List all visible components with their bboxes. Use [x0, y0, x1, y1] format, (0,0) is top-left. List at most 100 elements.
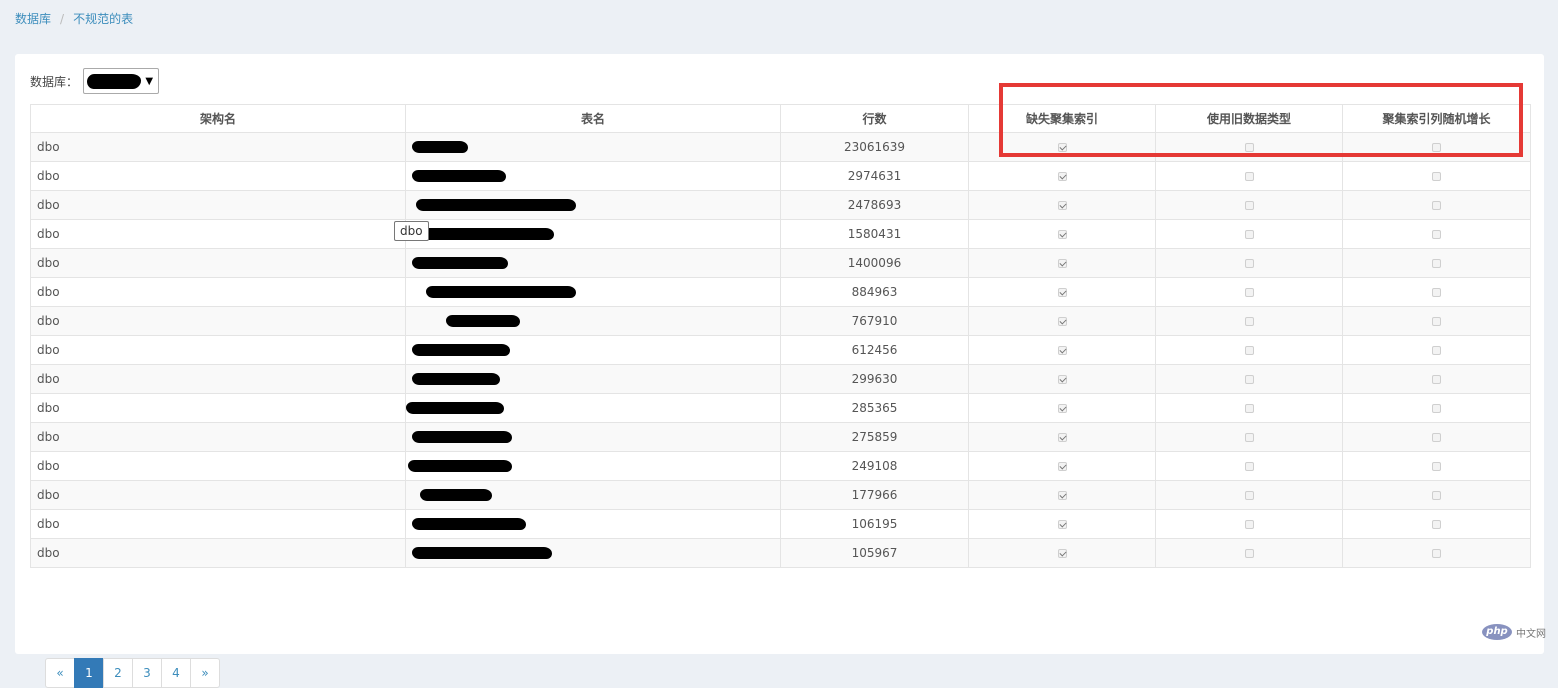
missing-clustered-index-checkbox[interactable] [1057, 375, 1067, 384]
cell-old-data-types [1155, 306, 1343, 336]
cell-table-name[interactable] [405, 306, 781, 336]
missing-clustered-index-checkbox[interactable] [1057, 201, 1067, 210]
cell-table-name[interactable] [405, 219, 781, 249]
old-data-types-checkbox[interactable] [1244, 201, 1254, 210]
old-data-types-checkbox[interactable] [1244, 520, 1254, 529]
cell-schema: dbo [30, 219, 406, 249]
redacted-table-name [416, 199, 576, 211]
random-clustered-growth-checkbox[interactable] [1432, 230, 1441, 239]
cell-schema: dbo [30, 509, 406, 539]
old-data-types-checkbox[interactable] [1244, 143, 1254, 152]
table-row: dbo 2478693 [30, 190, 1531, 220]
content-card: 数据库： ▼ 架构名 表名 行数 缺失聚集索引 使用旧数据类型 聚集索引列随机增… [15, 54, 1544, 688]
random-clustered-growth-checkbox[interactable] [1432, 317, 1441, 326]
old-data-types-checkbox[interactable] [1244, 491, 1254, 500]
missing-clustered-index-checkbox[interactable] [1057, 404, 1067, 413]
old-data-types-checkbox[interactable] [1244, 317, 1254, 326]
column-header-schema[interactable]: 架构名 [30, 104, 406, 133]
random-clustered-growth-checkbox[interactable] [1432, 288, 1441, 297]
table-header-row: 架构名 表名 行数 缺失聚集索引 使用旧数据类型 聚集索引列随机增长 [30, 104, 1531, 133]
redacted-table-name [412, 518, 526, 530]
cell-table-name[interactable] [405, 422, 781, 452]
missing-clustered-index-checkbox[interactable] [1057, 317, 1067, 326]
cell-table-name[interactable] [405, 480, 781, 510]
pagination-page-1[interactable]: 1 [74, 658, 104, 688]
database-filter: 数据库： ▼ [30, 68, 160, 94]
pagination-page-4[interactable]: 4 [161, 658, 191, 688]
table-body: dbo 23061639 dbo 2974631 dbo 2478693 dbo 158043… [30, 132, 1531, 568]
cell-table-name[interactable] [405, 364, 781, 394]
column-header-old-data-types[interactable]: 使用旧数据类型 [1155, 104, 1343, 133]
old-data-types-checkbox[interactable] [1244, 462, 1254, 471]
cell-table-name[interactable] [405, 509, 781, 539]
cell-schema: dbo [30, 364, 406, 394]
breadcrumb-root-link[interactable]: 数据库 [15, 10, 51, 27]
old-data-types-checkbox[interactable] [1244, 375, 1254, 384]
cell-schema: dbo [30, 161, 406, 191]
random-clustered-growth-checkbox[interactable] [1432, 491, 1441, 500]
cell-random-clustered-growth [1342, 422, 1531, 452]
cell-table-name[interactable] [405, 277, 781, 307]
cell-old-data-types [1155, 190, 1343, 220]
old-data-types-checkbox[interactable] [1244, 346, 1254, 355]
pagination-page-2[interactable]: 2 [103, 658, 133, 688]
cell-schema: dbo [30, 451, 406, 481]
cell-table-name[interactable] [405, 393, 781, 423]
old-data-types-checkbox[interactable] [1244, 433, 1254, 442]
random-clustered-growth-checkbox[interactable] [1432, 346, 1441, 355]
missing-clustered-index-checkbox[interactable] [1057, 346, 1067, 355]
database-select[interactable]: ▼ [83, 68, 160, 94]
old-data-types-checkbox[interactable] [1244, 259, 1254, 268]
random-clustered-growth-checkbox[interactable] [1432, 172, 1441, 181]
cell-missing-clustered-index [968, 248, 1156, 278]
random-clustered-growth-checkbox[interactable] [1432, 201, 1441, 210]
missing-clustered-index-checkbox[interactable] [1057, 172, 1067, 181]
cell-schema: dbo [30, 248, 406, 278]
missing-clustered-index-checkbox[interactable] [1057, 520, 1067, 529]
pagination-prev[interactable]: « [45, 658, 75, 688]
old-data-types-checkbox[interactable] [1244, 404, 1254, 413]
old-data-types-checkbox[interactable] [1244, 288, 1254, 297]
old-data-types-checkbox[interactable] [1244, 230, 1254, 239]
old-data-types-checkbox[interactable] [1244, 172, 1254, 181]
column-header-random-clustered-growth[interactable]: 聚集索引列随机增长 [1342, 104, 1531, 133]
cell-table-name[interactable] [405, 538, 781, 568]
missing-clustered-index-checkbox[interactable] [1057, 433, 1067, 442]
cell-table-name[interactable] [405, 161, 781, 191]
breadcrumb-current-link[interactable]: 不规范的表 [73, 10, 133, 27]
pagination-next[interactable]: » [190, 658, 220, 688]
pagination-page-3[interactable]: 3 [132, 658, 162, 688]
missing-clustered-index-checkbox[interactable] [1057, 288, 1067, 297]
cell-row-count: 285365 [780, 393, 969, 423]
cell-table-name[interactable] [405, 132, 781, 162]
missing-clustered-index-checkbox[interactable] [1057, 549, 1067, 558]
cell-missing-clustered-index [968, 190, 1156, 220]
missing-clustered-index-checkbox[interactable] [1057, 462, 1067, 471]
random-clustered-growth-checkbox[interactable] [1432, 520, 1441, 529]
column-header-table-name[interactable]: 表名 [405, 104, 781, 133]
random-clustered-growth-checkbox[interactable] [1432, 375, 1441, 384]
column-header-row-count[interactable]: 行数 [780, 104, 969, 133]
cell-missing-clustered-index [968, 538, 1156, 568]
missing-clustered-index-checkbox[interactable] [1057, 143, 1067, 152]
random-clustered-growth-checkbox[interactable] [1432, 143, 1441, 152]
cell-table-name[interactable] [405, 451, 781, 481]
random-clustered-growth-checkbox[interactable] [1432, 259, 1441, 268]
old-data-types-checkbox[interactable] [1244, 549, 1254, 558]
cell-old-data-types [1155, 161, 1343, 191]
cell-table-name[interactable] [405, 248, 781, 278]
random-clustered-growth-checkbox[interactable] [1432, 404, 1441, 413]
cell-random-clustered-growth [1342, 219, 1531, 249]
column-header-missing-clustered-index[interactable]: 缺失聚集索引 [968, 104, 1156, 133]
cell-schema: dbo [30, 306, 406, 336]
missing-clustered-index-checkbox[interactable] [1057, 259, 1067, 268]
cell-old-data-types [1155, 364, 1343, 394]
random-clustered-growth-checkbox[interactable] [1432, 433, 1441, 442]
cell-table-name[interactable] [405, 190, 781, 220]
random-clustered-growth-checkbox[interactable] [1432, 549, 1441, 558]
random-clustered-growth-checkbox[interactable] [1432, 462, 1441, 471]
cell-old-data-types [1155, 248, 1343, 278]
cell-table-name[interactable] [405, 335, 781, 365]
missing-clustered-index-checkbox[interactable] [1057, 491, 1067, 500]
missing-clustered-index-checkbox[interactable] [1057, 230, 1067, 239]
